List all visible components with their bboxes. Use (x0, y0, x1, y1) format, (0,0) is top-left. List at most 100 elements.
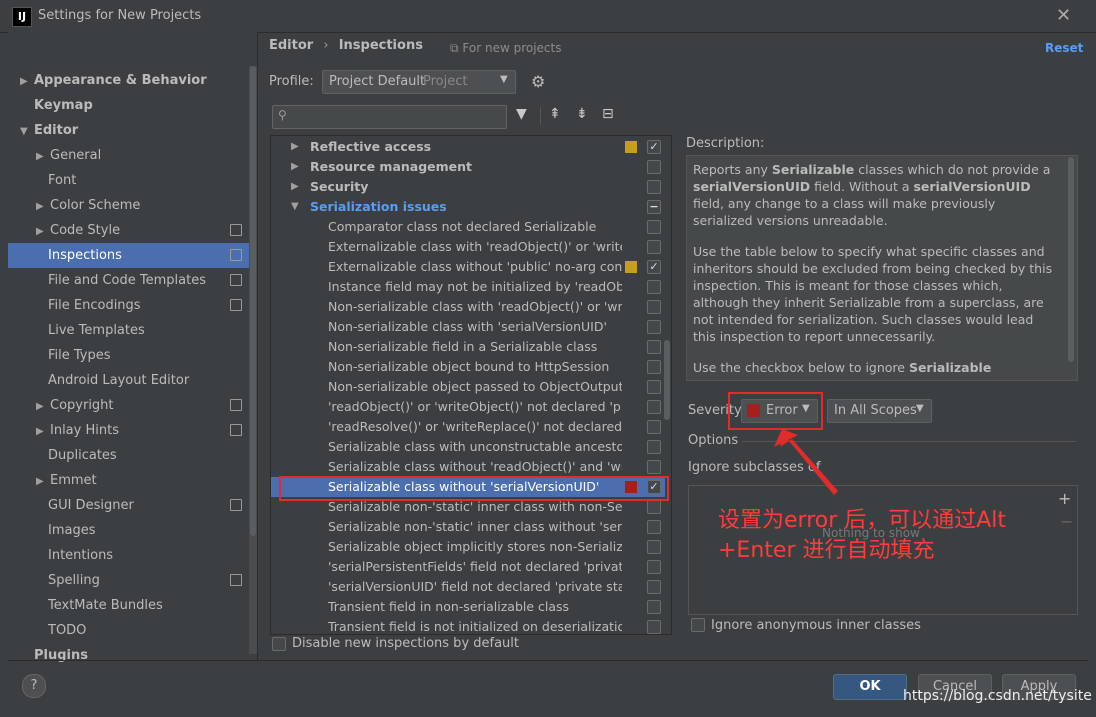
gear-icon[interactable]: ⚙ (531, 72, 545, 91)
sidebar-item-duplicates[interactable]: Duplicates (8, 443, 257, 468)
sidebar-item-keymap[interactable]: Keymap (8, 93, 257, 118)
remove-icon[interactable]: − (1060, 512, 1073, 531)
tree-scrollbar[interactable] (664, 340, 670, 420)
inspection-enable-checkbox[interactable] (647, 420, 661, 434)
inspection-enable-checkbox[interactable] (647, 540, 661, 554)
inspection-enable-checkbox[interactable] (647, 400, 661, 414)
profile-dropdown[interactable]: Project Default Project ▼ (322, 70, 516, 94)
inspection-row[interactable]: Serializable non-'static' inner class wi… (271, 517, 665, 537)
inspection-enable-checkbox[interactable] (647, 300, 661, 314)
ignore-anonymous-checkbox[interactable] (691, 618, 705, 632)
chevron-right-icon[interactable]: ▶ (291, 177, 299, 197)
inspection-enable-checkbox[interactable] (647, 180, 661, 194)
inspection-enable-checkbox[interactable] (647, 280, 661, 294)
chevron-right-icon[interactable]: ▶ (36, 144, 50, 169)
sidebar-item-file-types[interactable]: File Types (8, 343, 257, 368)
inspection-row[interactable]: 'serialPersistentFields' field not decla… (271, 557, 665, 577)
sidebar-item-live-templates[interactable]: Live Templates (8, 318, 257, 343)
filter-icon[interactable]: ▼ (516, 106, 527, 122)
sidebar-scrollbar[interactable] (250, 66, 256, 536)
sidebar-item-copyright[interactable]: ▶ Copyright (8, 393, 257, 418)
inspection-enable-checkbox[interactable] (647, 160, 661, 174)
sidebar-item-editor[interactable]: ▼ Editor (8, 118, 257, 143)
inspection-enable-checkbox[interactable] (647, 460, 661, 474)
inspection-category-row[interactable]: ▶ Security (271, 177, 665, 197)
inspection-enable-checkbox[interactable] (647, 220, 661, 234)
inspection-enable-checkbox[interactable]: − (647, 200, 661, 214)
sidebar-item-inspections[interactable]: Inspections (8, 243, 257, 268)
inspection-enable-checkbox[interactable] (647, 600, 661, 614)
description-scrollbar[interactable] (1068, 157, 1074, 362)
inspection-row[interactable]: Comparator class not declared Serializab… (271, 217, 665, 237)
inspection-row[interactable]: Serializable class without 'readObject()… (271, 457, 665, 477)
sidebar-item-textmate-bundles[interactable]: TextMate Bundles (8, 593, 257, 618)
inspection-enable-checkbox[interactable]: ✓ (647, 260, 661, 274)
sidebar-item-images[interactable]: Images (8, 518, 257, 543)
chevron-right-icon[interactable]: ▶ (36, 194, 50, 219)
panel-divider[interactable] (257, 32, 258, 660)
sidebar-item-code-style[interactable]: ▶ Code Style (8, 218, 257, 243)
sidebar-item-appearance-behavior[interactable]: ▶ Appearance & Behavior (8, 68, 257, 93)
sidebar-item-inlay-hints[interactable]: ▶ Inlay Hints (8, 418, 257, 443)
chevron-right-icon[interactable]: ▶ (20, 69, 34, 94)
inspection-row[interactable]: 'serialVersionUID' field not declared 'p… (271, 577, 665, 597)
inspection-row[interactable]: 'readObject()' or 'writeObject()' not de… (271, 397, 665, 417)
sidebar-item-font[interactable]: Font (8, 168, 257, 193)
inspection-enable-checkbox[interactable] (647, 340, 661, 354)
chevron-right-icon[interactable]: ▶ (291, 157, 299, 177)
ok-button[interactable]: OK (833, 674, 907, 700)
inspection-enable-checkbox[interactable] (647, 360, 661, 374)
inspection-search-input[interactable]: ⚲ (272, 105, 507, 129)
inspection-enable-checkbox[interactable] (647, 580, 661, 594)
chevron-down-icon[interactable]: ▼ (20, 119, 34, 144)
chevron-right-icon[interactable]: ▶ (36, 419, 50, 444)
inspection-row[interactable]: Non-serializable class with 'serialVersi… (271, 317, 665, 337)
chevron-down-icon[interactable]: ▼ (291, 197, 299, 217)
scope-dropdown[interactable]: In All Scopes ▼ (827, 399, 932, 423)
sidebar-item-intentions[interactable]: Intentions (8, 543, 257, 568)
inspection-enable-checkbox[interactable] (647, 520, 661, 534)
inspection-enable-checkbox[interactable] (647, 620, 661, 634)
help-button[interactable]: ? (22, 674, 46, 698)
inspection-row[interactable]: Transient field is not initialized on de… (271, 617, 665, 634)
inspection-enable-checkbox[interactable] (647, 380, 661, 394)
close-icon[interactable]: ✕ (1056, 5, 1071, 26)
inspection-enable-checkbox[interactable] (647, 440, 661, 454)
inspection-enable-checkbox[interactable] (647, 240, 661, 254)
expand-all-icon[interactable]: ⇞ (549, 106, 561, 122)
sidebar-item-todo[interactable]: TODO (8, 618, 257, 643)
reset-link[interactable]: Reset (1045, 41, 1083, 55)
sidebar-item-plugins[interactable]: Plugins (8, 643, 257, 668)
inspection-enable-checkbox[interactable]: ✓ (647, 140, 661, 154)
inspection-category-row[interactable]: ▼ Serialization issues − (271, 197, 665, 217)
add-icon[interactable]: + (1058, 489, 1071, 508)
sidebar-item-emmet[interactable]: ▶ Emmet (8, 468, 257, 493)
sidebar-item-file-and-code-templates[interactable]: File and Code Templates (8, 268, 257, 293)
inspection-row[interactable]: Non-serializable class with 'readObject(… (271, 297, 665, 317)
chevron-right-icon[interactable]: ▶ (36, 219, 50, 244)
sidebar-item-file-encodings[interactable]: File Encodings (8, 293, 257, 318)
chevron-right-icon[interactable]: ▶ (36, 394, 50, 419)
sidebar-item-android-layout-editor[interactable]: Android Layout Editor (8, 368, 257, 393)
inspection-row[interactable]: Non-serializable field in a Serializable… (271, 337, 665, 357)
inspection-category-row[interactable]: ▶ Reflective access ✓ (271, 137, 665, 157)
inspection-row[interactable]: Transient field in non-serializable clas… (271, 597, 665, 617)
chevron-right-icon[interactable]: ▶ (36, 469, 50, 494)
inspection-enable-checkbox[interactable] (647, 560, 661, 574)
sidebar-item-spelling[interactable]: Spelling (8, 568, 257, 593)
chevron-right-icon[interactable]: ▶ (291, 137, 299, 157)
inspection-row[interactable]: Serializable object implicitly stores no… (271, 537, 665, 557)
inspection-enable-checkbox[interactable] (647, 500, 661, 514)
inspection-row[interactable]: 'readResolve()' or 'writeReplace()' not … (271, 417, 665, 437)
inspection-row[interactable]: Externalizable class without 'public' no… (271, 257, 665, 277)
reset-to-default-icon[interactable]: ⊟ (602, 106, 614, 122)
inspection-row[interactable]: Non-serializable object passed to Object… (271, 377, 665, 397)
sidebar-item-general[interactable]: ▶ General (8, 143, 257, 168)
disable-new-inspections-checkbox[interactable] (272, 637, 286, 651)
collapse-all-icon[interactable]: ⇟ (576, 106, 588, 122)
sidebar-item-color-scheme[interactable]: ▶ Color Scheme (8, 193, 257, 218)
sidebar-item-gui-designer[interactable]: GUI Designer (8, 493, 257, 518)
inspection-category-row[interactable]: ▶ Resource management (271, 157, 665, 177)
inspection-row[interactable]: Non-serializable object bound to HttpSes… (271, 357, 665, 377)
inspection-row[interactable]: Externalizable class with 'readObject()'… (271, 237, 665, 257)
